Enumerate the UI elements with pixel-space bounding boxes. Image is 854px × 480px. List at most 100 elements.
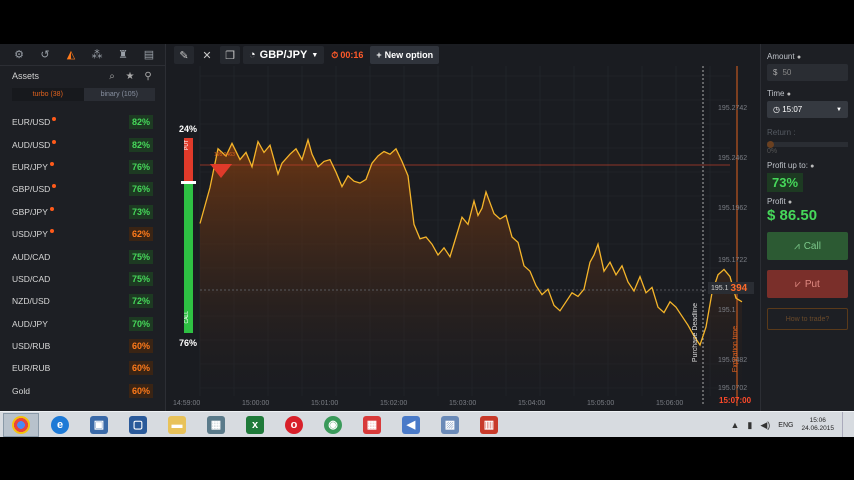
asset-name-text: AUD/USD: [12, 139, 51, 150]
taskbar-app-12[interactable]: ▨: [432, 413, 468, 437]
asset-name-text: AUD/CAD: [12, 251, 51, 262]
window-icon: ▢: [129, 415, 147, 434]
asset-name-text: GBP/USD: [12, 184, 51, 195]
show-desktop-button[interactable]: [842, 412, 848, 438]
tab-binary[interactable]: binary (105): [83, 88, 155, 101]
help-icon[interactable]: ●: [797, 54, 801, 61]
timer-value: 00:16: [340, 50, 364, 60]
pair-selector[interactable]: ◔ GBP/JPY ▼: [243, 46, 325, 64]
return-slider[interactable]: [767, 141, 848, 148]
folder-icon: ▬: [168, 415, 186, 434]
taskbar-ie[interactable]: e: [42, 413, 78, 437]
network-icon[interactable]: ⁂: [84, 45, 110, 65]
asset-row[interactable]: USD/JPY 62%: [0, 223, 165, 245]
asset-name-text: AUD/JPY: [12, 318, 48, 329]
asset-name: USD/JPY: [12, 229, 129, 239]
time-select[interactable]: ◷ 15:07 ▼: [767, 101, 848, 118]
chevron-up-icon[interactable]: ▲: [730, 420, 739, 430]
taskbar-chrome[interactable]: [3, 412, 39, 437]
copy-icon[interactable]: ❐: [220, 46, 240, 64]
taskbar-app-11[interactable]: ◀: [393, 413, 429, 437]
chevron-down-icon: ▼: [836, 106, 842, 113]
news-icon[interactable]: ▤: [136, 45, 162, 65]
asset-row[interactable]: EUR/JPY 76%: [0, 156, 165, 178]
history-icon[interactable]: ↺: [32, 45, 58, 65]
sentiment-call-percent: 76%: [179, 338, 198, 348]
asset-row[interactable]: AUD/USD 82%: [0, 133, 165, 155]
taskbar-app-6[interactable]: ▦: [198, 413, 234, 437]
pencil-icon[interactable]: ✎: [174, 46, 194, 64]
settings-icon[interactable]: ⚙: [6, 45, 32, 65]
asset-row[interactable]: AUD/JPY 70%: [0, 313, 165, 335]
close-icon[interactable]: ✕: [197, 46, 217, 64]
asset-row[interactable]: Gold 60%: [0, 380, 165, 402]
asset-row[interactable]: USD/RUB 60%: [0, 335, 165, 357]
x-tick-label: 15:00:00: [242, 400, 269, 407]
stopwatch-icon: ⏱: [331, 49, 339, 60]
taskbar-app-10[interactable]: ▦: [354, 413, 390, 437]
asset-name: AUD/JPY: [12, 319, 129, 329]
how-to-trade-button[interactable]: How to trade?: [767, 308, 848, 330]
asset-payout: 82%: [129, 115, 153, 130]
asset-row[interactable]: EUR/USD 82%: [0, 111, 165, 133]
profit-up-label: Profit up to: ●: [767, 161, 848, 170]
expiration-time: 15:07:00: [719, 396, 752, 405]
plus-icon: +: [376, 50, 382, 60]
asset-name: EUR/JPY: [12, 161, 129, 172]
asset-payout: 75%: [129, 271, 153, 286]
asset-name: GBP/JPY: [12, 206, 129, 217]
current-price-tag: 195.1 394: [708, 282, 754, 294]
asset-row[interactable]: EUR/RUB 60%: [0, 357, 165, 379]
profit-amount: $ 86.50: [767, 207, 818, 224]
return-slider-handle[interactable]: [767, 141, 774, 148]
help-icon[interactable]: ●: [788, 199, 792, 206]
taskbar-app-3[interactable]: ▣: [81, 413, 117, 437]
language-indicator[interactable]: ENG: [778, 422, 793, 429]
help-icon[interactable]: ●: [810, 163, 814, 170]
x-tick-label: 14:59:00: [173, 400, 200, 407]
pin-icon[interactable]: ⚲: [139, 71, 157, 82]
taskbar-opera[interactable]: o: [276, 413, 312, 437]
hot-dot-icon: [49, 206, 54, 211]
call-button[interactable]: ⩘ Call: [767, 232, 848, 260]
asset-row[interactable]: GBP/USD 76%: [0, 178, 165, 200]
trading-app: ⚙ ↺ ◭ ⁂ ♜ ▤ Assets ⌕ ★ ⚲ turbo (38) bina…: [0, 44, 854, 411]
asset-row[interactable]: AUD/CAD 75%: [0, 245, 165, 267]
volume-icon[interactable]: ◀): [760, 420, 770, 431]
amount-input[interactable]: $ 50: [767, 64, 848, 81]
put-button[interactable]: ⩗ Put: [767, 270, 848, 298]
asset-name-text: USD/CAD: [12, 273, 51, 284]
taskbar-app-13[interactable]: ▥: [471, 413, 507, 437]
asset-row[interactable]: USD/CAD 75%: [0, 268, 165, 290]
help-icon[interactable]: ●: [787, 91, 791, 98]
network-tray-icon[interactable]: ▮: [747, 420, 752, 431]
tab-turbo[interactable]: turbo (38): [12, 88, 84, 101]
asset-payout: 60%: [129, 361, 153, 376]
taskbar-explorer[interactable]: ▬: [159, 413, 195, 437]
price-chart[interactable]: 195.2742 195.2462 195.1962 195.1722 195.1 195…: [170, 66, 760, 411]
assets-title: Assets: [12, 71, 40, 81]
asset-row[interactable]: NZD/USD 72%: [0, 290, 165, 312]
asset-name-text: USD/JPY: [12, 229, 48, 240]
new-option-button[interactable]: + New option: [370, 46, 440, 64]
asset-payout: 73%: [129, 204, 153, 219]
chart-area-icon[interactable]: ◭: [58, 45, 84, 65]
excel-icon: x: [246, 415, 264, 434]
clock[interactable]: 15:06 24.06.2015: [801, 417, 834, 433]
search-icon[interactable]: ⌕: [103, 71, 121, 82]
taskbar-app-9[interactable]: ◉: [315, 413, 351, 437]
trophy-icon[interactable]: ♜: [110, 45, 136, 65]
taskbar-app-4[interactable]: ▢: [120, 413, 156, 437]
pie-icon: ◔: [249, 49, 256, 61]
asset-list: EUR/USD 82% AUD/USD 82% EUR/JPY 76% GBP/USD 76%…: [0, 111, 165, 402]
clock-date: 24.06.2015: [801, 425, 834, 432]
x-axis: 14:59:00 15:00:00 15:01:00 15:02:00 15:03:00…: [173, 400, 683, 407]
star-icon[interactable]: ★: [121, 71, 139, 82]
sentiment-put-percent: 24%: [179, 124, 198, 134]
asset-row[interactable]: GBP/JPY 73%: [0, 201, 165, 223]
hot-dot-icon: [52, 184, 57, 189]
taskbar-excel[interactable]: x: [237, 413, 273, 437]
hot-dot-icon: [52, 139, 57, 144]
y-tick-label: 195.1962: [718, 205, 747, 212]
profit-label: Profit ●: [767, 197, 848, 206]
